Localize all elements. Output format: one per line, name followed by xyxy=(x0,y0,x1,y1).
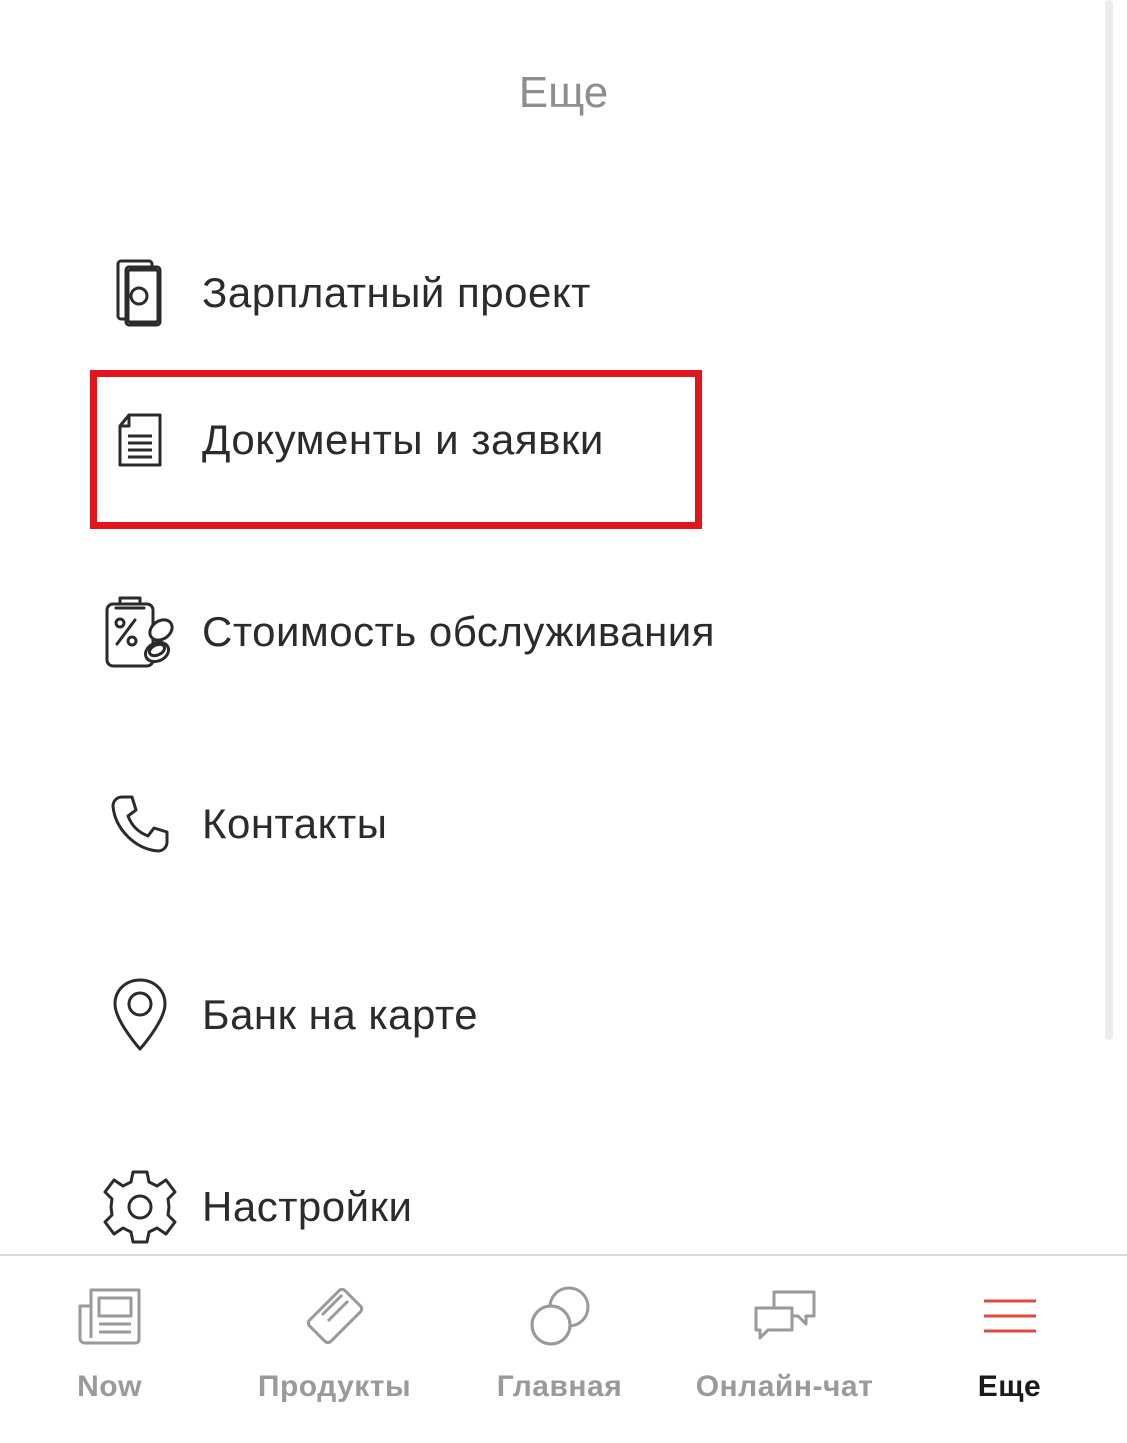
menu-item-service-cost[interactable]: Стоимость обслуживания xyxy=(100,587,715,677)
circles-icon xyxy=(520,1276,600,1356)
menu-item-label: Настройки xyxy=(202,1183,413,1230)
tab-online-chat[interactable]: Онлайн-чат xyxy=(672,1256,897,1443)
tab-now[interactable]: Now xyxy=(0,1256,222,1443)
menu-item-contacts[interactable]: Контакты xyxy=(100,779,387,869)
tab-bar: Now Продукты Главная Онлайн-чат Еще xyxy=(0,1254,1127,1443)
scrollbar[interactable] xyxy=(1105,0,1113,1040)
card-icon xyxy=(295,1276,375,1356)
menu-lines-icon xyxy=(970,1276,1050,1356)
tab-label: Продукты xyxy=(257,1370,412,1403)
tab-label: Онлайн-чат xyxy=(695,1370,874,1403)
newspaper-icon xyxy=(70,1276,150,1356)
tab-label: Главная xyxy=(496,1370,623,1403)
menu-item-bank-map[interactable]: Банк на карте xyxy=(100,970,478,1060)
tab-label: Now xyxy=(77,1370,142,1403)
menu-item-settings[interactable]: Настройки xyxy=(100,1162,412,1252)
menu-item-label: Банк на карте xyxy=(202,991,479,1038)
tab-home[interactable]: Главная xyxy=(447,1256,672,1443)
chat-bubbles-icon xyxy=(745,1276,825,1356)
phone-icon xyxy=(100,784,180,864)
menu-item-label: Зарплатный проект xyxy=(202,269,591,316)
menu-item-label: Стоимость обслуживания xyxy=(202,608,716,655)
map-pin-icon xyxy=(100,975,180,1055)
more-screen: Еще Зарплатный проект Документы и заявки… xyxy=(0,0,1127,1443)
tab-products[interactable]: Продукты xyxy=(222,1256,447,1443)
highlight-box xyxy=(90,370,702,529)
page-title: Еще xyxy=(518,68,609,117)
gear-icon xyxy=(100,1167,180,1247)
tab-label: Еще xyxy=(977,1370,1042,1403)
tariff-percent-icon xyxy=(100,592,180,672)
tab-more[interactable]: Еще xyxy=(897,1256,1122,1443)
salary-card-icon xyxy=(100,253,180,333)
menu-item-salary-project[interactable]: Зарплатный проект xyxy=(100,248,591,338)
menu-item-label: Контакты xyxy=(202,800,388,847)
